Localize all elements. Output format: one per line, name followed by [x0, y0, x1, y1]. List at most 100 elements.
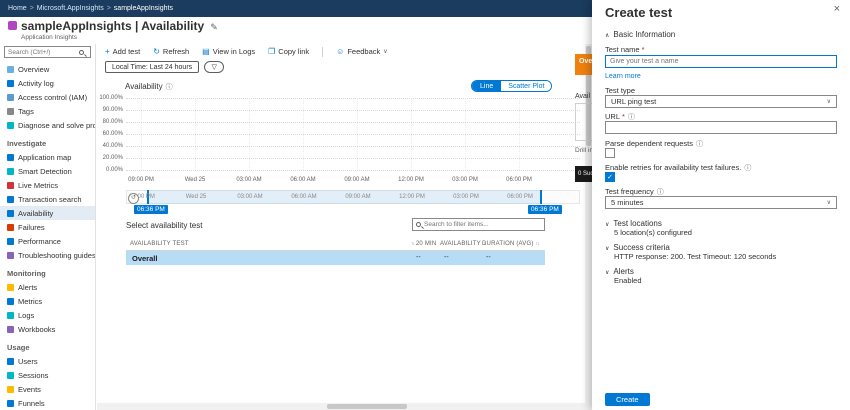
sidebar-search-input[interactable] — [8, 48, 79, 56]
basic-information-section[interactable]: ∧ Basic Information — [605, 30, 675, 39]
sidebar-item-overview[interactable]: Overview — [0, 62, 95, 76]
breadcrumb-appinsights[interactable]: Microsoft.AppInsights — [37, 5, 104, 12]
sidebar-item-funnels[interactable]: Funnels — [0, 396, 95, 410]
sidebar-item-users[interactable]: Users — [0, 354, 95, 368]
x-axis-label: 09:00 PM — [128, 177, 154, 183]
brush-end-label[interactable]: 06:36 PM — [528, 205, 562, 214]
time-range-filter[interactable]: Local Time: Last 24 hours — [105, 61, 200, 73]
create-test-panel: Create test × ∧ Basic Information Test na… — [592, 0, 850, 410]
scatter-toggle-button[interactable]: Scatter Plot — [501, 81, 552, 91]
chevron-down-icon: ∨ — [605, 222, 610, 228]
test-filter-input[interactable] — [424, 221, 541, 228]
sidebar-item-availability[interactable]: Availability — [0, 206, 95, 220]
sidebar-item-access-control[interactable]: Access control (IAM) — [0, 90, 95, 104]
availability-icon — [7, 209, 14, 217]
horizontal-scrollbar[interactable] — [97, 403, 585, 410]
alerts-section[interactable]: ∨ Alerts — [605, 267, 634, 276]
enable-retries-checkbox[interactable]: ✓ — [605, 172, 615, 182]
sidebar-item-transaction-search[interactable]: Transaction search — [0, 192, 95, 206]
x-axis-label: 09:00 AM — [344, 177, 370, 183]
sidebar-item-metrics[interactable]: Metrics — [0, 294, 95, 308]
availability-label-fragment: Avail — [575, 93, 591, 100]
add-icon: + — [105, 47, 110, 56]
sidebar-item-tags[interactable]: Tags — [0, 104, 95, 118]
sidebar-item-activity-log[interactable]: Activity log — [0, 76, 95, 90]
test-duration-value: -- — [486, 254, 491, 261]
test-locations-section[interactable]: ∨ Test locations — [605, 219, 662, 228]
success-criteria-section[interactable]: ∨ Success criteria — [605, 243, 670, 252]
test-name-input[interactable] — [610, 58, 832, 65]
x-axis-label: 03:00 PM — [452, 177, 478, 183]
reset-zoom-button[interactable]: ↺ — [128, 193, 139, 204]
sidebar-item-live-metrics[interactable]: Live Metrics — [0, 178, 95, 192]
info-icon: ⓘ — [165, 84, 173, 91]
sidebar: Overview Activity log Access control (IA… — [0, 44, 96, 410]
y-axis-label: 0.00% — [105, 167, 123, 173]
enable-retries-label: Enable retries for availability test fai… — [605, 163, 752, 172]
sidebar-item-workbooks[interactable]: Workbooks — [0, 322, 95, 336]
column-availability-test[interactable]: AVAILABILITY TEST — [130, 241, 189, 247]
live-metrics-icon — [7, 181, 14, 189]
toolbar-divider — [322, 46, 324, 57]
availability-chart-plot[interactable] — [126, 98, 580, 171]
time-brush[interactable]: 09:00 PM Wed 25 03:00 AM 06:00 AM 09:00 … — [126, 190, 580, 204]
sort-icon: ↑↓ — [411, 241, 415, 247]
test-type-dropdown[interactable]: URL ping test ∨ — [605, 95, 837, 108]
test-filter-search[interactable] — [412, 218, 545, 231]
test-frequency-dropdown[interactable]: 5 minutes ∨ — [605, 196, 837, 209]
add-test-button[interactable]: + Add test — [105, 47, 140, 56]
success-criteria-detail: HTTP response: 200. Test Timeout: 120 se… — [614, 252, 777, 261]
sidebar-search[interactable] — [4, 46, 91, 58]
sidebar-item-events[interactable]: Events — [0, 382, 95, 396]
brush-start-label[interactable]: 06:36 PM — [134, 205, 168, 214]
edit-icon[interactable]: ✎ — [210, 22, 218, 32]
sessions-icon — [7, 371, 14, 379]
sidebar-item-application-map[interactable]: Application map — [0, 150, 95, 164]
x-axis-label: 06:00 AM — [290, 177, 316, 183]
sidebar-item-diagnose[interactable]: Diagnose and solve problems — [0, 118, 95, 132]
y-axis-label: 40.00% — [102, 143, 123, 149]
close-icon[interactable]: × — [834, 3, 840, 15]
feedback-button[interactable]: ☺ Feedback ∨ — [336, 47, 388, 56]
column-duration[interactable]: DURATION (AVG) ↑↓ — [482, 241, 540, 247]
performance-icon — [7, 237, 14, 245]
view-in-logs-button[interactable]: ▤ View in Logs — [202, 47, 255, 56]
column-20-min[interactable]: ↑↓ 20 MIN — [409, 241, 436, 247]
table-header: AVAILABILITY TEST ↑↓ 20 MIN AVAILABILITY… — [126, 238, 545, 251]
sidebar-item-logs[interactable]: Logs — [0, 308, 95, 322]
activity-log-icon — [7, 79, 14, 87]
required-mark: * — [641, 45, 645, 54]
info-icon: ⓘ — [695, 141, 703, 148]
logs-icon: ▤ — [202, 47, 210, 56]
line-toggle-button[interactable]: Line — [472, 81, 502, 91]
page-subtitle: Application Insights — [21, 34, 78, 41]
x-axis-label: 06:00 PM — [506, 177, 532, 183]
smart-detection-icon — [7, 167, 14, 175]
parse-dependent-checkbox[interactable] — [605, 148, 615, 158]
sidebar-item-troubleshooting[interactable]: Troubleshooting guides (previ... — [0, 248, 95, 262]
test-name-field[interactable] — [605, 55, 837, 68]
sidebar-item-alerts[interactable]: Alerts — [0, 280, 95, 294]
y-axis-label: 90.00% — [102, 107, 123, 113]
copy-icon: ❐ — [268, 47, 276, 56]
column-availability[interactable]: AVAILABILITY ↑↓ — [440, 241, 487, 247]
failures-icon — [7, 223, 14, 231]
create-button[interactable]: Create — [605, 393, 650, 406]
filter-button[interactable]: ▽ — [204, 61, 225, 73]
application-map-icon — [7, 153, 14, 161]
copy-link-button[interactable]: ❐ Copy link — [268, 47, 309, 56]
sidebar-item-sessions[interactable]: Sessions — [0, 368, 95, 382]
breadcrumb-separator: > — [106, 5, 111, 12]
learn-more-link[interactable]: Learn more — [605, 73, 641, 80]
sidebar-section-investigate: Investigate — [7, 139, 47, 148]
url-field[interactable] — [605, 121, 837, 134]
url-input[interactable] — [610, 124, 832, 131]
refresh-button[interactable]: ↻ Refresh — [153, 47, 189, 56]
table-row-overall[interactable]: Overall -- -- -- — [126, 251, 545, 265]
sidebar-item-smart-detection[interactable]: Smart Detection — [0, 164, 95, 178]
sidebar-item-performance[interactable]: Performance — [0, 234, 95, 248]
breadcrumb-home[interactable]: Home — [8, 5, 27, 12]
chart-type-toggle: Line Scatter Plot — [471, 80, 553, 92]
horizontal-scrollbar-thumb[interactable] — [327, 404, 407, 409]
sidebar-item-failures[interactable]: Failures — [0, 220, 95, 234]
